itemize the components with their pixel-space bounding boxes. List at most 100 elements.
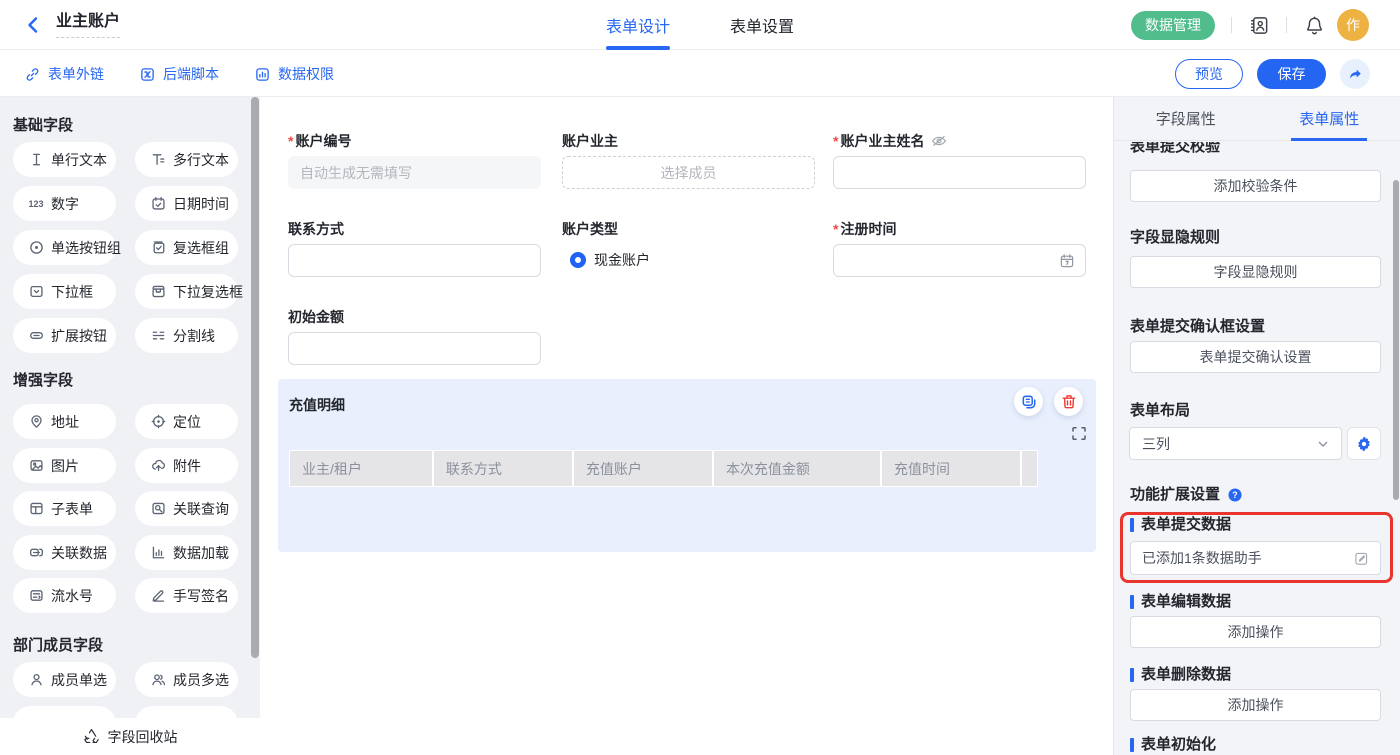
page-scrollbar[interactable] xyxy=(1393,180,1399,500)
field-item-data-load[interactable]: 数据加载 xyxy=(135,535,238,570)
svg-text:?: ? xyxy=(1232,490,1237,500)
section-title-form-init: 表单初始化 xyxy=(1130,737,1216,753)
field-item-subform[interactable]: 子表单 xyxy=(13,491,116,526)
blue-bar xyxy=(1130,738,1134,752)
preview-button[interactable]: 预览 xyxy=(1175,59,1243,89)
tab-form-settings[interactable]: 表单设置 xyxy=(730,0,794,50)
field-item-number[interactable]: 123 数字 xyxy=(13,186,116,221)
subform-recharge-detail[interactable]: 充值明细 业主/租户 联系方式 充值账户 本次充值金额 充值时间 xyxy=(278,379,1096,552)
field-item-single-line-text[interactable]: 单行文本 xyxy=(13,142,116,177)
panel-scroll-area: 表单提交校验 添加校验条件 字段显隐规则 字段显隐规则 表单提交确认框设置 表单… xyxy=(1114,142,1400,755)
designer-toolbar: 表单外链 后端脚本 数据权限 预览 保存 xyxy=(0,51,1400,97)
add-validation-button[interactable]: 添加校验条件 xyxy=(1130,170,1381,202)
field-item-linked-data[interactable]: 关联数据 xyxy=(13,535,116,570)
tab-field-properties[interactable]: 字段属性 xyxy=(1114,97,1258,140)
extend-button-icon xyxy=(28,328,44,344)
field-visibility-button[interactable]: 字段显隐规则 xyxy=(1130,256,1381,288)
divider xyxy=(1286,17,1287,33)
field-library-sidebar: 基础字段 单行文本 多行文本 123 数字 日期时间 单选按钮组 复选框组 下 xyxy=(0,97,260,755)
calendar-icon xyxy=(1059,253,1075,269)
field-item-extend-button[interactable]: 扩展按钮 xyxy=(13,318,116,353)
field-item-signature[interactable]: 手写签名 xyxy=(135,578,238,613)
delete-data-add-button[interactable]: 添加操作 xyxy=(1130,689,1381,721)
owner-member-picker[interactable]: 选择成员 xyxy=(562,156,815,189)
attachment-icon xyxy=(150,458,166,474)
field-item-radio-group[interactable]: 单选按钮组 xyxy=(13,230,116,265)
layout-select[interactable]: 三列 xyxy=(1129,427,1342,460)
field-item-member-single[interactable]: 成员单选 xyxy=(13,662,116,697)
field-item-member-multi[interactable]: 成员多选 xyxy=(135,662,238,697)
active-tab-underline xyxy=(1291,138,1367,141)
initial-amount-input[interactable] xyxy=(288,332,541,365)
field-contact[interactable]: 联系方式 xyxy=(288,221,541,277)
data-manage-button[interactable]: 数据管理 xyxy=(1131,11,1215,40)
field-owner-name[interactable]: *账户业主姓名 xyxy=(833,133,1086,189)
eye-off-icon xyxy=(931,133,947,149)
data-permission-icon xyxy=(255,67,270,82)
active-tab-underline xyxy=(606,46,670,50)
form-designer-app: 业主账户 表单设计 表单设置 数据管理 xyxy=(0,0,1400,755)
contact-input[interactable] xyxy=(288,244,541,277)
divider xyxy=(1231,17,1232,33)
linked-data-icon xyxy=(28,545,44,561)
column-header: 联系方式 xyxy=(434,451,572,486)
field-item-datetime[interactable]: 日期时间 xyxy=(135,186,238,221)
field-item-address[interactable]: 地址 xyxy=(13,404,116,439)
field-account-type[interactable]: 账户类型 现金账户 xyxy=(562,221,815,270)
copy-button[interactable] xyxy=(1014,387,1043,416)
edit-data-add-button[interactable]: 添加操作 xyxy=(1130,616,1381,648)
member-multi-icon xyxy=(150,672,166,688)
column-header: 充值时间 xyxy=(882,451,1020,486)
layout-settings-button[interactable] xyxy=(1347,427,1381,460)
register-time-input[interactable] xyxy=(833,244,1086,277)
field-item-multi-line-text[interactable]: 多行文本 xyxy=(135,142,238,177)
field-item-checkbox-group[interactable]: 复选框组 xyxy=(135,230,238,265)
tab-form-design[interactable]: 表单设计 xyxy=(606,0,670,50)
form-external-link-button[interactable]: 表单外链 xyxy=(25,64,104,84)
question-icon[interactable]: ? xyxy=(1228,488,1242,502)
bell-icon[interactable] xyxy=(1303,14,1325,36)
radio-selected[interactable] xyxy=(570,252,586,268)
share-button[interactable] xyxy=(1340,59,1370,89)
account-no-input[interactable]: 自动生成无需填写 xyxy=(288,156,541,189)
field-recycle-bin-button[interactable]: 字段回收站 xyxy=(0,718,260,755)
save-button[interactable]: 保存 xyxy=(1257,59,1326,89)
field-account-no[interactable]: *账户编号 自动生成无需填写 xyxy=(288,133,541,189)
section-title-member-fields: 部门成员字段 xyxy=(13,634,103,655)
submit-data-assistant-field[interactable]: 已添加1条数据助手 xyxy=(1130,541,1381,575)
delete-button[interactable] xyxy=(1054,387,1083,416)
sidebar-scrollbar[interactable] xyxy=(251,97,259,658)
field-item-linked-query[interactable]: 关联查询 xyxy=(135,491,238,526)
expand-icon[interactable] xyxy=(1072,427,1086,440)
avatar[interactable]: 作 xyxy=(1337,9,1369,41)
column-header: 业主/租户 xyxy=(290,451,432,486)
divider-icon xyxy=(150,328,166,344)
contact-card-icon[interactable] xyxy=(1248,14,1270,36)
submit-confirm-button[interactable]: 表单提交确认设置 xyxy=(1130,341,1381,373)
section-title-extension-settings: 功能扩展设置 ? xyxy=(1130,487,1242,503)
owner-name-input[interactable] xyxy=(833,156,1086,189)
field-item-multi-select[interactable]: 下拉复选框 xyxy=(135,274,238,309)
tab-form-properties[interactable]: 表单属性 xyxy=(1258,97,1400,140)
field-item-attachment[interactable]: 附件 xyxy=(135,448,238,483)
field-item-location[interactable]: 定位 xyxy=(135,404,238,439)
number-icon: 123 xyxy=(28,196,44,212)
field-owner[interactable]: 账户业主 选择成员 xyxy=(562,133,815,189)
linked-query-icon xyxy=(150,501,166,517)
select-icon xyxy=(28,284,44,300)
section-title-basic-fields: 基础字段 xyxy=(13,114,73,135)
backend-script-button[interactable]: 后端脚本 xyxy=(140,64,219,84)
data-permission-button[interactable]: 数据权限 xyxy=(255,64,334,84)
field-initial-amount[interactable]: 初始金额 xyxy=(288,309,541,365)
delete-icon xyxy=(1061,394,1077,410)
field-item-divider[interactable]: 分割线 xyxy=(135,318,238,353)
section-title-form-layout: 表单布局 xyxy=(1130,403,1190,419)
section-title-field-visibility: 字段显隐规则 xyxy=(1130,230,1220,246)
checkbox-group-icon xyxy=(150,240,166,256)
field-item-select[interactable]: 下拉框 xyxy=(13,274,116,309)
field-item-image[interactable]: 图片 xyxy=(13,448,116,483)
blue-bar xyxy=(1130,595,1134,609)
section-title-form-submit-data: 表单提交数据 xyxy=(1130,517,1231,533)
field-item-serial-number[interactable]: 流水号 xyxy=(13,578,116,613)
field-register-time[interactable]: *注册时间 xyxy=(833,221,1086,277)
